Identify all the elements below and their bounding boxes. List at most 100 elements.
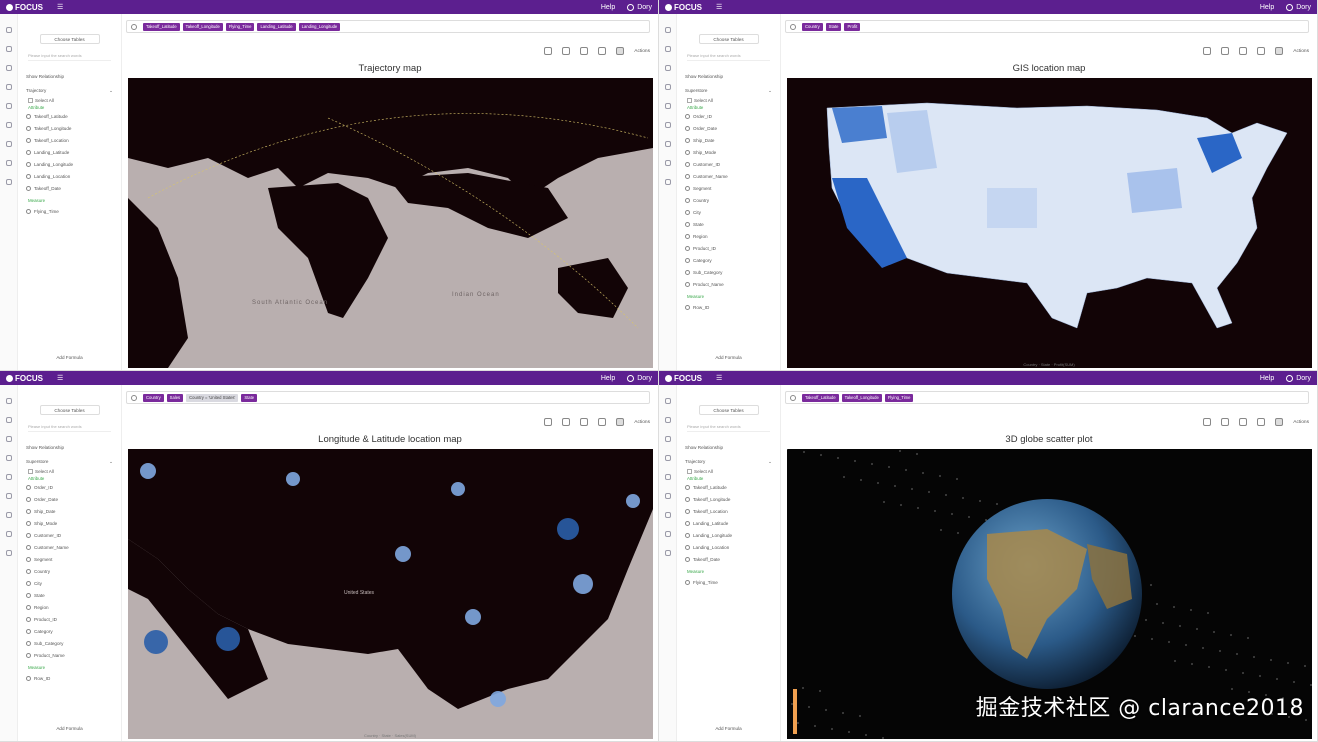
nav-rail-icon[interactable] <box>664 141 671 147</box>
field-item[interactable]: Order_ID <box>685 110 772 122</box>
nav-rail-icon[interactable] <box>5 160 12 166</box>
table-name[interactable]: Trajectory ⌄ <box>685 459 772 465</box>
show-relationship-link[interactable]: Show Relationship <box>685 445 772 450</box>
nav-rail-icon[interactable] <box>664 103 671 109</box>
measure-item[interactable]: Flying_Time <box>26 205 113 217</box>
select-all-checkbox[interactable]: Select All <box>687 469 770 474</box>
query-token[interactable]: Country = 'United States' <box>186 393 239 402</box>
nav-rail-icon[interactable] <box>664 531 671 537</box>
menu-icon[interactable]: ☰ <box>716 3 722 11</box>
actions-menu[interactable]: Actions <box>1293 420 1309 425</box>
field-item[interactable]: Landing_Location <box>685 541 772 553</box>
query-token[interactable]: Country <box>143 393 164 402</box>
user-menu[interactable]: Dory <box>1286 374 1311 382</box>
nav-rail-icon[interactable] <box>664 179 671 185</box>
field-item[interactable]: Customer_Name <box>685 170 772 182</box>
help-link[interactable]: Help <box>601 375 615 382</box>
nav-rail-icon[interactable] <box>664 436 671 442</box>
nav-rail-icon[interactable] <box>5 27 12 33</box>
query-token[interactable]: Takeoff_Latitude <box>143 22 180 31</box>
table-view-icon[interactable] <box>598 47 607 55</box>
user-menu[interactable]: Dory <box>627 3 652 11</box>
table-view-icon[interactable] <box>1257 47 1266 55</box>
add-formula-button[interactable]: Add Formula <box>677 355 780 360</box>
field-item[interactable]: Customer_Name <box>26 541 113 553</box>
query-token[interactable]: Profit <box>844 22 861 31</box>
settings-icon[interactable] <box>1239 47 1248 55</box>
table-view-icon[interactable] <box>1257 418 1266 426</box>
chevron-down-icon[interactable]: ⌄ <box>109 88 113 94</box>
nav-rail-icon[interactable] <box>664 512 671 518</box>
checkbox-icon[interactable] <box>28 98 33 103</box>
field-item[interactable]: Country <box>26 565 113 577</box>
chevron-down-icon[interactable]: ⌄ <box>109 459 113 465</box>
field-item[interactable]: Customer_ID <box>26 529 113 541</box>
nav-rail-icon[interactable] <box>664 160 671 166</box>
field-item[interactable]: Takeoff_Location <box>26 134 113 146</box>
settings-icon[interactable] <box>1239 418 1248 426</box>
field-item[interactable]: Segment <box>685 182 772 194</box>
comment-icon[interactable] <box>544 418 553 426</box>
app-logo[interactable]: FOCUS <box>665 3 702 12</box>
field-item[interactable]: Landing_Latitude <box>685 517 772 529</box>
comment-icon[interactable] <box>1203 418 1212 426</box>
pin-icon[interactable] <box>562 47 571 55</box>
nav-rail-icon[interactable] <box>664 84 671 90</box>
query-token[interactable]: Takeoff_Latitude <box>802 393 839 402</box>
search-query-bar[interactable]: Takeoff_Latitude Takeoff_Longitude Flying_… <box>126 20 650 33</box>
nav-rail-icon[interactable] <box>5 398 12 404</box>
field-search-input[interactable]: Please input the search words <box>28 53 111 61</box>
query-token[interactable]: State <box>825 22 842 31</box>
pin-icon[interactable] <box>1221 418 1230 426</box>
nav-rail-icon[interactable] <box>5 46 12 52</box>
nav-rail-icon[interactable] <box>664 455 671 461</box>
add-formula-button[interactable]: Add Formula <box>677 726 780 731</box>
field-item[interactable]: Category <box>26 625 113 637</box>
field-item[interactable]: Product_ID <box>26 613 113 625</box>
field-item[interactable]: City <box>26 577 113 589</box>
field-item[interactable]: Region <box>685 230 772 242</box>
app-logo[interactable]: FOCUS <box>6 374 43 383</box>
select-all-checkbox[interactable]: Select All <box>28 98 111 103</box>
actions-menu[interactable]: Actions <box>1293 49 1309 54</box>
nav-rail-icon[interactable] <box>664 398 671 404</box>
nav-rail-icon[interactable] <box>5 103 12 109</box>
query-token[interactable]: Takeoff_Longitude <box>182 22 223 31</box>
field-item[interactable]: Takeoff_Latitude <box>26 110 113 122</box>
comment-icon[interactable] <box>1203 47 1212 55</box>
nav-rail-icon[interactable] <box>664 65 671 71</box>
search-query-bar[interactable]: Country State Profit <box>785 20 1309 33</box>
pin-icon[interactable] <box>1221 47 1230 55</box>
map-view[interactable] <box>787 78 1312 368</box>
show-relationship-link[interactable]: Show Relationship <box>685 74 772 79</box>
select-all-checkbox[interactable]: Select All <box>687 98 770 103</box>
field-item[interactable]: Order_ID <box>26 481 113 493</box>
menu-icon[interactable]: ☰ <box>57 3 63 11</box>
choose-tables-button[interactable]: Choose Tables <box>698 34 759 44</box>
field-item[interactable]: Takeoff_Date <box>685 553 772 565</box>
field-item[interactable]: Order_Date <box>685 122 772 134</box>
nav-rail-icon[interactable] <box>664 417 671 423</box>
help-link[interactable]: Help <box>601 4 615 11</box>
search-query-bar[interactable]: Takeoff_Latitude Takeoff_Longitude Flying_… <box>785 391 1309 404</box>
choose-tables-button[interactable]: Choose Tables <box>39 405 100 415</box>
field-item[interactable]: Ship_Mode <box>26 517 113 529</box>
settings-icon[interactable] <box>580 418 589 426</box>
field-item[interactable]: Product_Name <box>26 649 113 661</box>
field-item[interactable]: Ship_Date <box>685 134 772 146</box>
query-token[interactable]: State <box>241 393 258 402</box>
table-name[interactable]: Superstore ⌄ <box>26 459 113 465</box>
field-item[interactable]: Segment <box>26 553 113 565</box>
query-token[interactable]: Flying_Time <box>225 22 255 31</box>
field-item[interactable]: Ship_Mode <box>685 146 772 158</box>
show-relationship-link[interactable]: Show Relationship <box>26 445 113 450</box>
actions-menu[interactable]: Actions <box>634 420 650 425</box>
nav-rail-icon[interactable] <box>5 179 12 185</box>
nav-rail-icon[interactable] <box>5 122 12 128</box>
checkbox-icon[interactable] <box>28 469 33 474</box>
table-name[interactable]: Superstore ⌄ <box>685 88 772 94</box>
query-token[interactable]: Landing_Latitude <box>257 22 296 31</box>
chart-view-icon[interactable] <box>1275 418 1284 426</box>
map-view[interactable] <box>128 78 653 368</box>
field-item[interactable]: Order_Date <box>26 493 113 505</box>
